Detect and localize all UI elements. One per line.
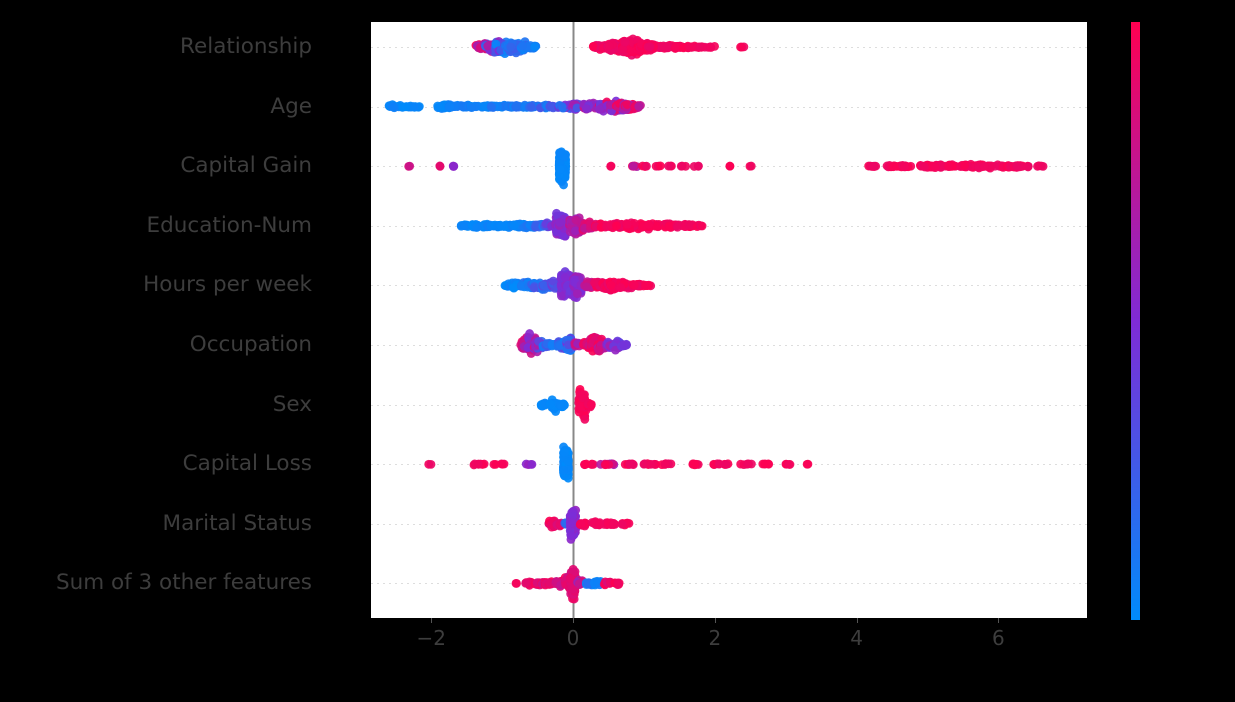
shap-summary-figure: Relationship Age Capital Gain Education-Num… [0, 0, 1235, 702]
x-axis-tick-label: 2 [708, 626, 722, 650]
y-axis-label-occupation: Occupation [189, 332, 312, 357]
x-axis-tick-label: 6 [992, 626, 1005, 650]
y-axis-label-sex: Sex [272, 391, 312, 417]
y-axis-label-age: Age [270, 93, 312, 119]
feature-value-colorbar [1131, 22, 1140, 620]
plot-area [371, 22, 1087, 618]
x-axis-tick-label: −2 [416, 626, 446, 650]
y-axis-label-hours-per-week: Hours per week [143, 272, 312, 298]
y-axis-label-education-num: Education-Num [146, 212, 312, 238]
y-axis-label-capital-gain: Capital Gain [180, 153, 312, 179]
x-axis-tick-labels: −2 0 2 4 6 [371, 618, 1087, 662]
x-axis-tick-label: 0 [566, 626, 580, 650]
colorbar-gradient [1131, 22, 1140, 620]
y-axis-label-relationship: Relationship [180, 34, 312, 59]
y-axis-label-marital-status: Marital Status [162, 510, 312, 536]
beeswarm-scatter-canvas [371, 22, 1087, 618]
y-axis-feature-labels: Relationship Age Capital Gain Education-Num… [0, 22, 360, 618]
x-axis-tick-mark [998, 618, 1000, 623]
x-axis-tick-mark [431, 618, 433, 623]
x-axis-tick-mark [714, 618, 716, 623]
y-axis-label-capital-loss: Capital Loss [182, 451, 312, 477]
x-axis-tick-mark [856, 618, 858, 623]
x-axis-tick-mark [573, 618, 575, 623]
y-axis-label-sum-of-3-other-features: Sum of 3 other features [55, 570, 312, 596]
x-axis-tick-label: 4 [850, 626, 863, 650]
